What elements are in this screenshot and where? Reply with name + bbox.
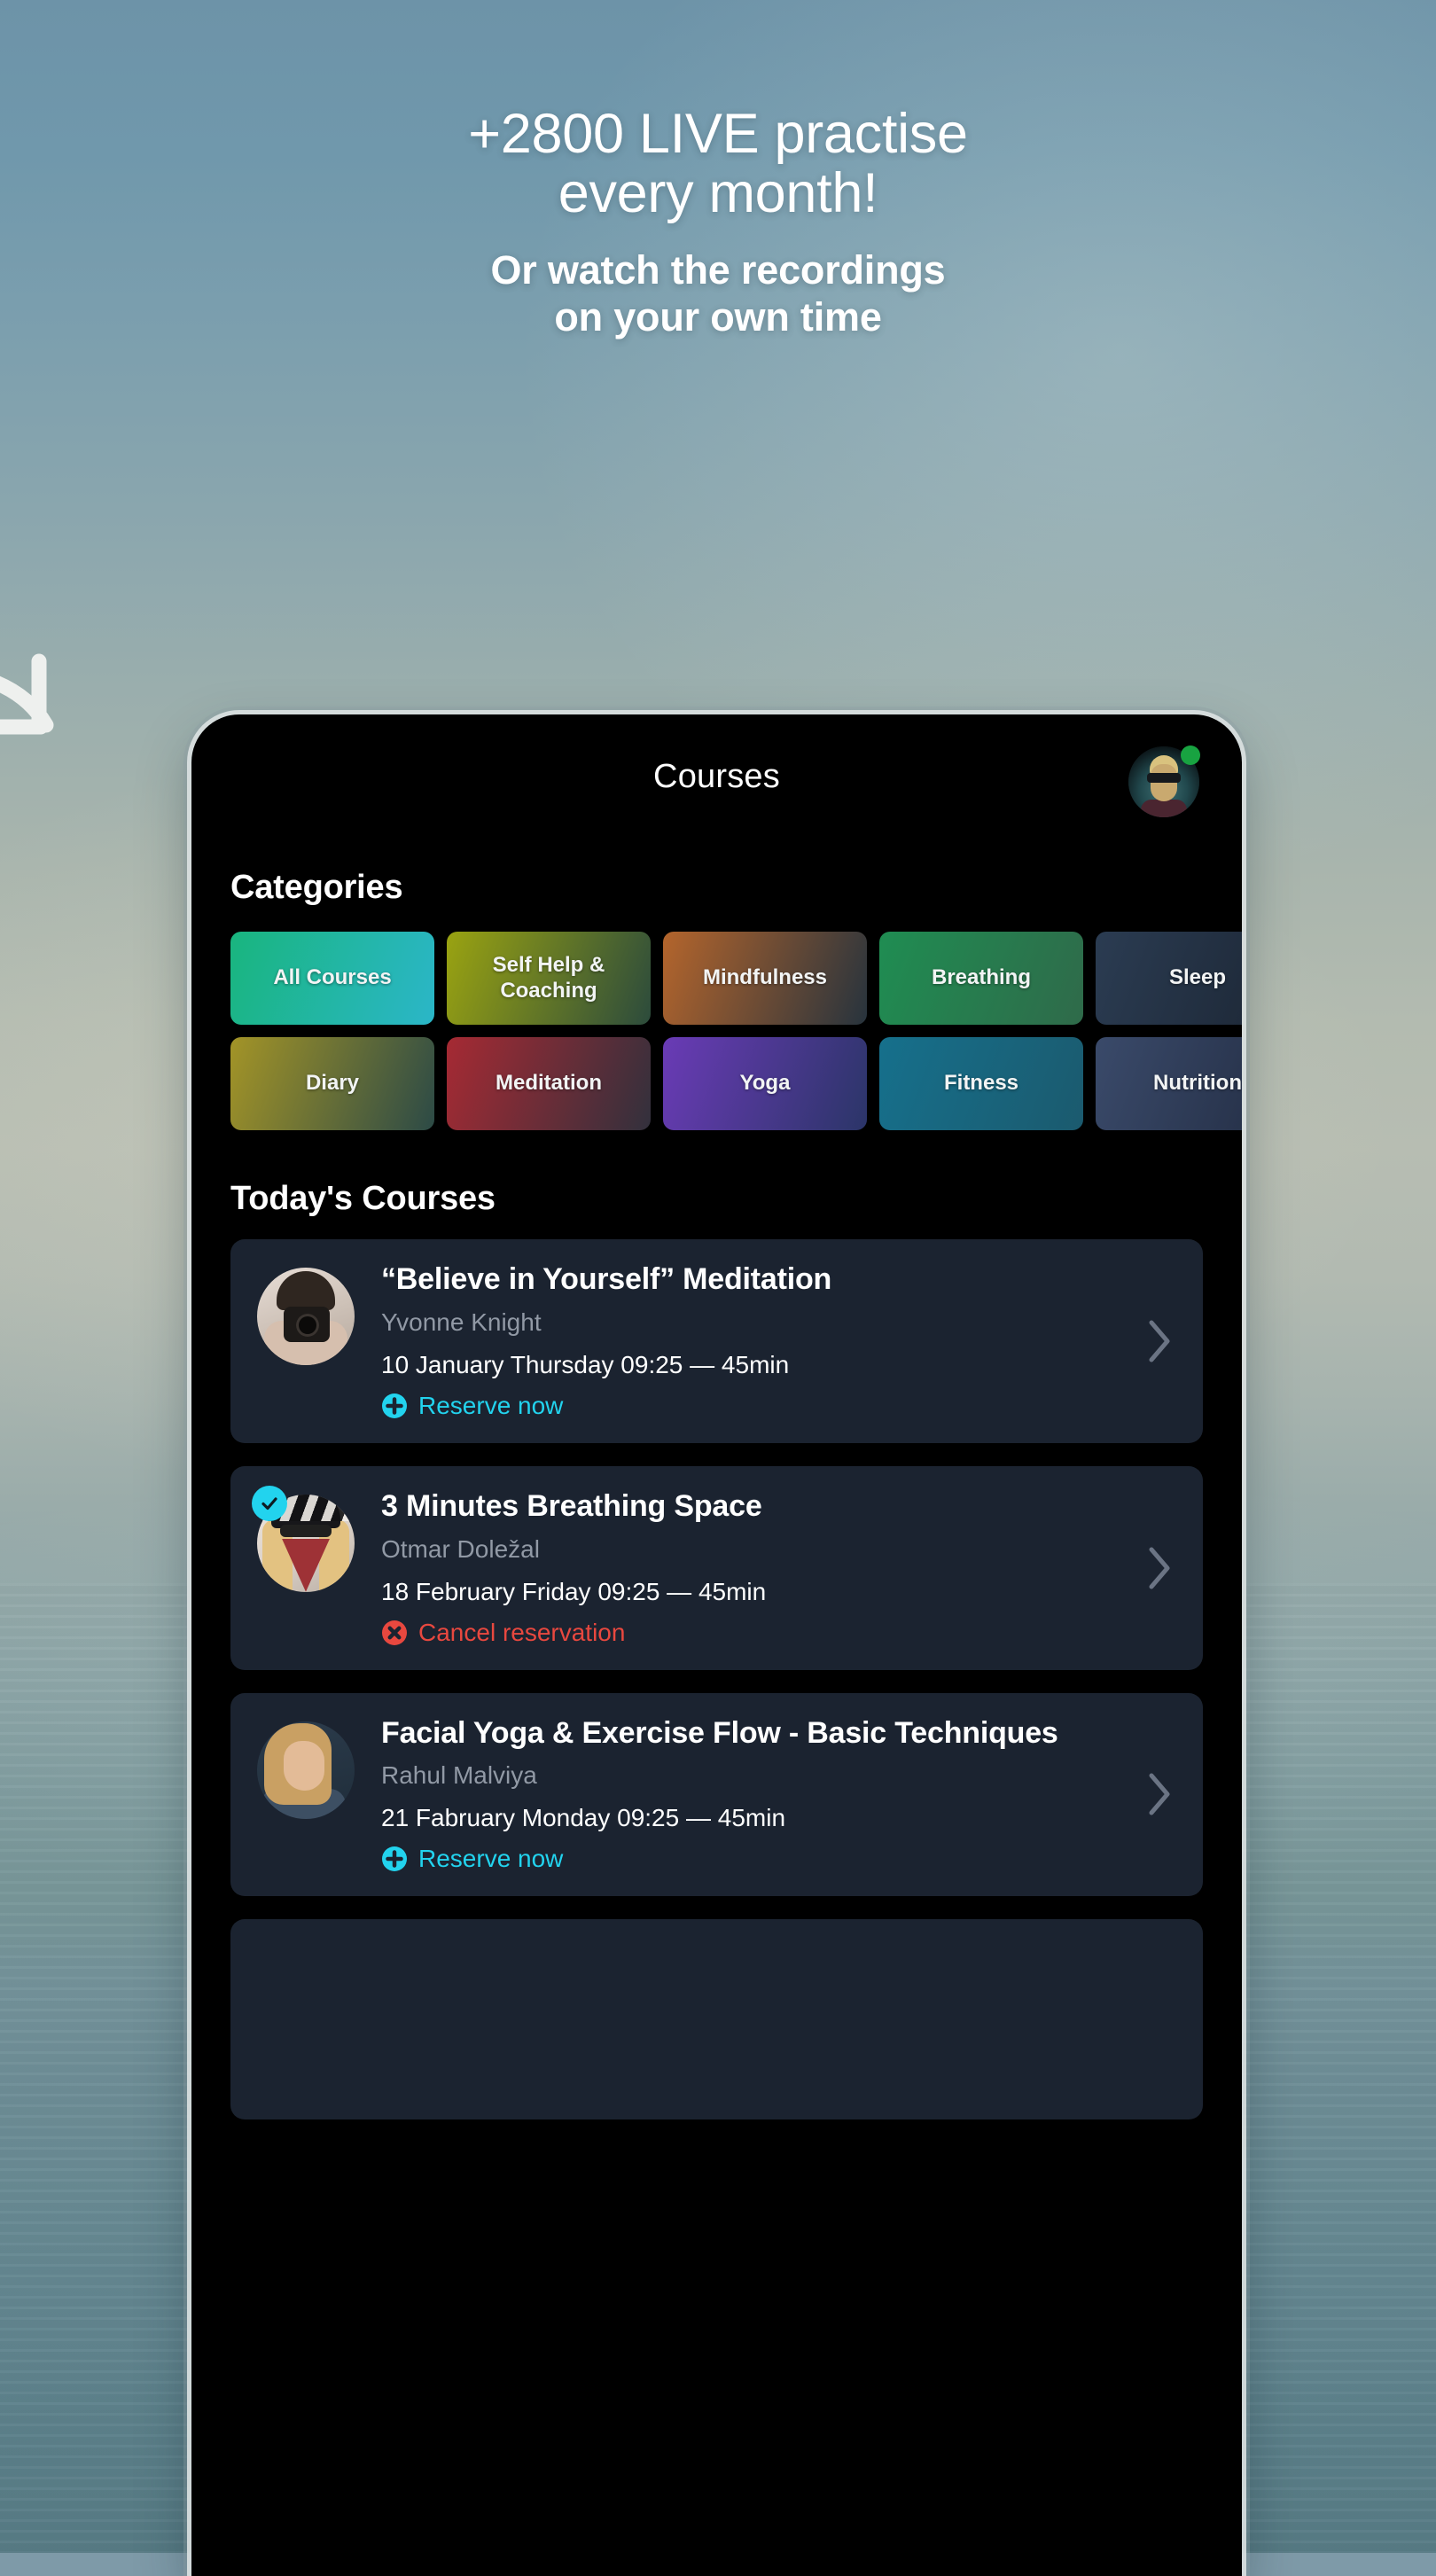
promo-copy: +2800 LIVE practise every month! Or watc… [0, 105, 1436, 340]
promo-headline: +2800 LIVE practise every month! [0, 105, 1436, 223]
course-details: 3 Minutes Breathing Space Otmar Doležal 18… [369, 1489, 1176, 1647]
instructor-thumbnail [257, 1268, 355, 1365]
course-instructor: Yvonne Knight [381, 1308, 542, 1336]
category-chip-label: Sleep [1168, 965, 1227, 990]
course-action-label: Reserve now [418, 1845, 564, 1873]
course-title: “Believe in Yourself” Meditation [381, 1262, 832, 1296]
check-icon [261, 1497, 277, 1510]
category-chip-mindfulness[interactable]: Mindfulness [663, 932, 867, 1025]
reserved-check-badge [252, 1485, 287, 1521]
category-chip-label: Breathing [931, 965, 1031, 990]
category-chip-breathing[interactable]: Breathing [879, 932, 1083, 1025]
category-chip-sleep[interactable]: Sleep [1096, 932, 1242, 1025]
course-thumbnail-column [257, 1716, 369, 1874]
chevron-right-icon [1149, 1773, 1170, 1815]
avatar-body [1141, 800, 1187, 817]
course-card-partial[interactable] [230, 1919, 1203, 2120]
categories-heading: Categories [230, 869, 403, 906]
status-badge-online [1181, 745, 1200, 765]
category-chip-meditation[interactable]: Meditation [447, 1037, 651, 1130]
category-chip-label: Diary [305, 1071, 360, 1096]
course-thumbnail-column [252, 1485, 369, 1647]
chevron-right-icon [1149, 1547, 1170, 1589]
instructor-thumbnail [257, 1721, 355, 1819]
reserve-now-button[interactable]: Reserve now [381, 1392, 1123, 1420]
category-chip-label: Fitness [943, 1071, 1019, 1096]
category-chip-label: Yoga [739, 1071, 791, 1096]
chevron-right-icon [1149, 1320, 1170, 1362]
promo-headline-line-1: +2800 LIVE practise [468, 103, 968, 165]
todays-courses-heading: Today's Courses [230, 1180, 496, 1217]
course-card-list: “Believe in Yourself” Meditation Yvonne K… [191, 1239, 1242, 2120]
promo-subheadline-line-1: Or watch the recordings [490, 246, 946, 293]
category-chip-all-courses[interactable]: All Courses [230, 932, 434, 1025]
course-instructor: Otmar Doležal [381, 1534, 540, 1563]
course-details: Facial Yoga & Exercise Flow - Basic Tech… [369, 1716, 1176, 1874]
x-circle-icon [382, 1620, 407, 1645]
curved-arrow-icon [0, 653, 54, 735]
course-action-label: Reserve now [418, 1391, 564, 1419]
category-chip-label: Nutrition [1153, 1071, 1242, 1096]
course-action-label: Cancel reservation [418, 1618, 626, 1646]
avatar[interactable] [1128, 745, 1200, 817]
cancel-reservation-button[interactable]: Cancel reservation [381, 1619, 1123, 1647]
plus-circle-icon [382, 1846, 407, 1872]
app-navbar: Courses [191, 714, 1242, 839]
course-card[interactable]: Facial Yoga & Exercise Flow - Basic Tech… [230, 1692, 1203, 1897]
course-title: Facial Yoga & Exercise Flow - Basic Tech… [381, 1715, 1058, 1750]
promo-headline-line-2: every month! [558, 161, 878, 224]
promo-subheadline: Or watch the recordings on your own time [0, 246, 1436, 340]
category-chip-yoga[interactable]: Yoga [663, 1037, 867, 1130]
course-schedule: 21 Fabruary Monday 09:25 — 45min [381, 1804, 786, 1832]
category-chip-grid[interactable]: All Courses Self Help & Coaching Mindfulne… [191, 932, 1242, 1130]
category-chip-label: All Courses [273, 965, 392, 990]
course-title: 3 Minutes Breathing Space [381, 1488, 762, 1523]
avatar-sunglasses [1147, 773, 1181, 783]
category-chip-label: Meditation [496, 1071, 602, 1096]
category-chip-label: Mindfulness [702, 965, 827, 990]
course-details: “Believe in Yourself” Meditation Yvonne K… [369, 1262, 1176, 1420]
category-chip-self-help-coaching[interactable]: Self Help & Coaching [447, 932, 651, 1025]
course-card[interactable]: 3 Minutes Breathing Space Otmar Doležal 18… [230, 1465, 1203, 1670]
phone-mockup: Courses Categories All Courses Self Help … [191, 714, 1242, 2576]
avatar-face [1151, 764, 1177, 801]
course-schedule: 18 February Friday 09:25 — 45min [381, 1577, 767, 1605]
category-chip-nutrition[interactable]: Nutrition [1096, 1037, 1242, 1130]
reserve-now-button[interactable]: Reserve now [381, 1845, 1123, 1873]
course-schedule: 10 January Thursday 09:25 — 45min [381, 1350, 790, 1378]
promo-subheadline-line-2: on your own time [554, 293, 882, 340]
plus-circle-icon [382, 1393, 407, 1418]
category-chip-diary[interactable]: Diary [230, 1037, 434, 1130]
category-chip-label: Self Help & Coaching [492, 953, 605, 1003]
page-title: Courses [653, 757, 780, 795]
category-chip-fitness[interactable]: Fitness [879, 1037, 1083, 1130]
course-instructor: Rahul Malviya [381, 1761, 537, 1790]
course-thumbnail-column [257, 1262, 369, 1420]
course-card[interactable]: “Believe in Yourself” Meditation Yvonne K… [230, 1239, 1203, 1443]
